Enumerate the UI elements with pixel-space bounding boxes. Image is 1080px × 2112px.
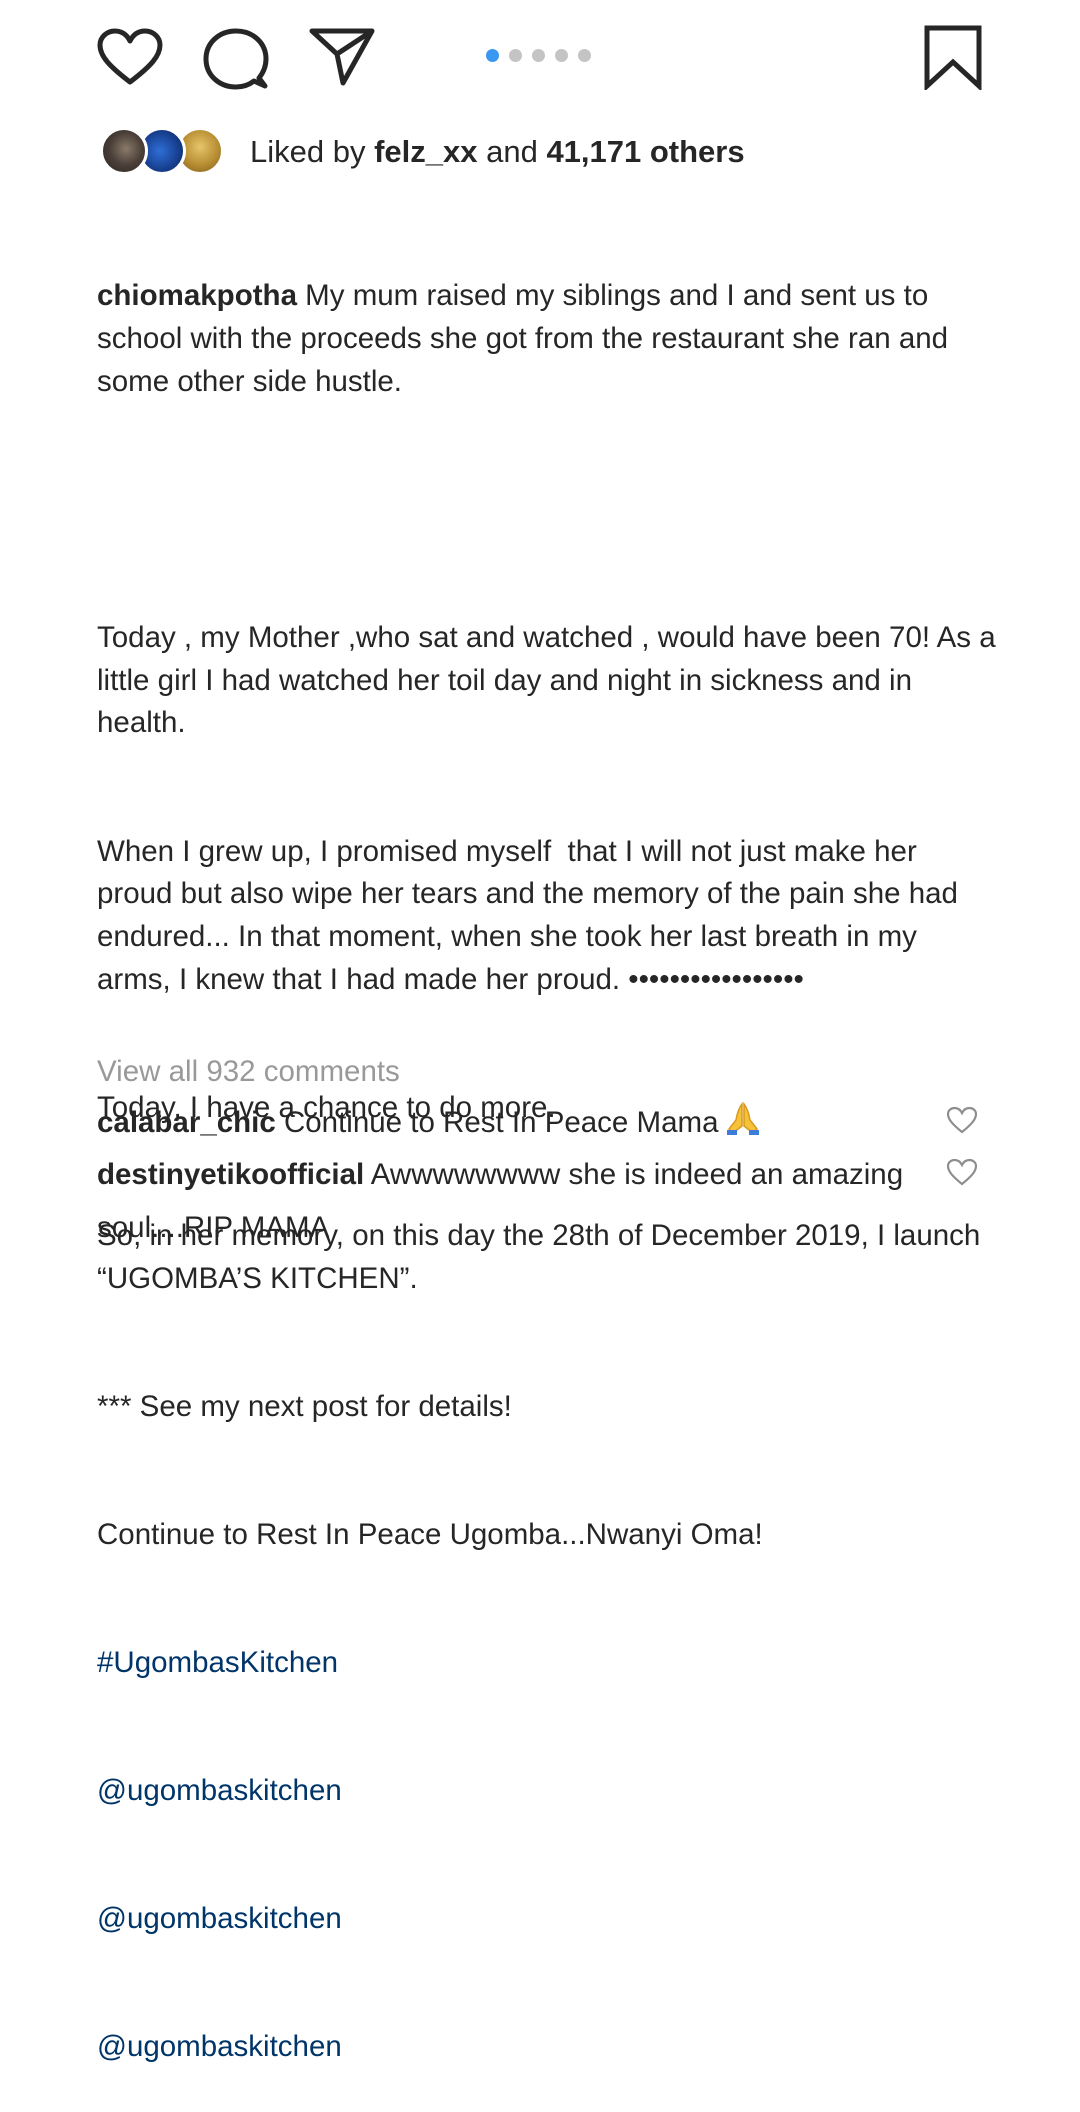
bookmark-outline-icon[interactable] <box>923 24 983 90</box>
comment-username[interactable]: calabar_chic <box>97 1106 276 1139</box>
carousel-dot <box>578 49 591 62</box>
likes-summary[interactable]: Liked by felz_xx and 41,171 others <box>100 126 745 178</box>
comment-like-heart-icon[interactable] <box>946 1106 978 1139</box>
likes-count[interactable]: 41,171 others <box>546 134 744 169</box>
mention-link[interactable]: @ugombaskitchen <box>97 1898 997 1941</box>
heart-outline-icon[interactable] <box>97 28 163 86</box>
comment-like-heart-icon[interactable] <box>946 1158 978 1191</box>
caption-line: When I grew up, I promised myself that I… <box>97 834 967 996</box>
liker-username[interactable]: felz_xx <box>374 134 477 169</box>
likes-text: Liked by felz_xx and 41,171 others <box>250 134 745 170</box>
carousel-dot <box>555 49 568 62</box>
carousel-dot <box>509 49 522 62</box>
carousel-dot-active <box>486 49 499 62</box>
mention-link[interactable]: @ugombaskitchen <box>97 2026 997 2069</box>
paper-plane-icon[interactable] <box>309 26 375 86</box>
liker-avatars <box>100 126 230 178</box>
caption-first-paragraph: chiomakpotha My mum raised my siblings a… <box>97 275 997 403</box>
carousel-dot <box>532 49 545 62</box>
comment-username[interactable]: destinyetikoofficial <box>97 1158 364 1191</box>
post-action-bar <box>0 0 1080 110</box>
likes-connector: and <box>477 134 547 169</box>
comment-item: destinyetikoofficial Awwwwwwww she is in… <box>97 1148 917 1254</box>
comment-item: calabar_chic Continue to Rest In Peace M… <box>97 1096 917 1153</box>
caption-username[interactable]: chiomakpotha <box>97 279 297 312</box>
likes-prefix: Liked by <box>250 134 375 169</box>
speech-bubble-icon[interactable] <box>203 28 269 90</box>
avatar <box>100 127 148 175</box>
caption-line: *** See my next post for details! <box>97 1389 512 1423</box>
comment-text: Continue to Rest In Peace Mama <box>275 1106 719 1139</box>
mention-link[interactable]: @ugombaskitchen <box>97 1770 997 1813</box>
view-all-comments-link[interactable]: View all 932 comments <box>97 1055 400 1089</box>
carousel-indicator <box>486 49 591 62</box>
hashtag-link[interactable]: #UgombasKitchen <box>97 1642 997 1685</box>
praying-hands-icon <box>725 1100 761 1153</box>
caption-line: Today , my Mother ,who sat and watched ,… <box>97 621 1004 740</box>
caption-line: Continue to Rest In Peace Ugomba...Nwany… <box>97 1517 763 1551</box>
